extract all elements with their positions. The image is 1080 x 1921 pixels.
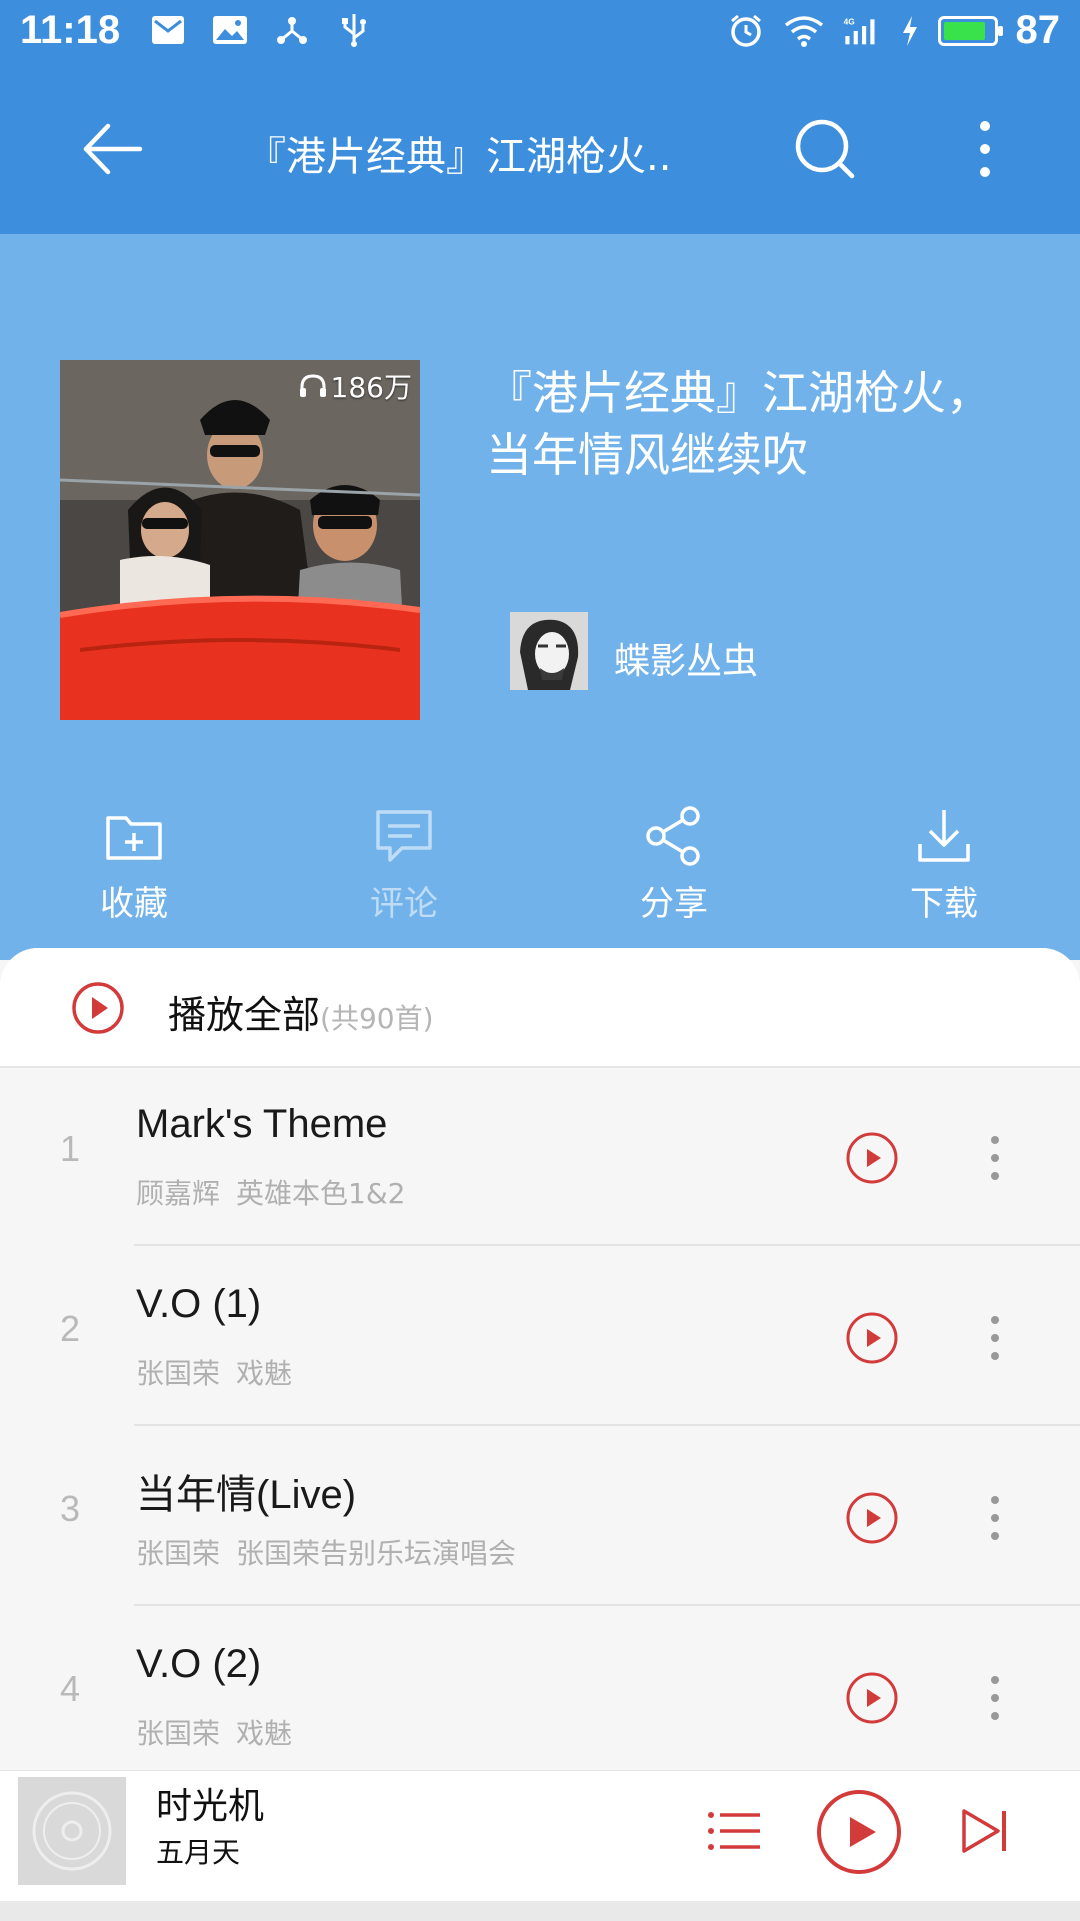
battery-level <box>943 21 985 40</box>
track-row[interactable]: 3 当年情(Live) 张国荣 张国荣告别乐坛演唱会 <box>0 1428 1080 1606</box>
track-more-icon[interactable] <box>980 1310 1010 1366</box>
more-menu-button[interactable] <box>960 114 1010 184</box>
now-playing-title: 时光机 <box>156 1786 265 1827</box>
play-circle-icon <box>72 982 124 1034</box>
usb-icon <box>334 10 374 50</box>
playlist-title-line1: 『港片经典』江湖枪火， <box>486 366 992 420</box>
track-meta: 顾嘉辉 英雄本色1&2 <box>136 1172 405 1212</box>
play-all-label: 播放全部(共90首) <box>168 984 434 1039</box>
track-meta: 张国荣 张国荣告别乐坛演唱会 <box>136 1532 516 1572</box>
track-list: 播放全部(共90首) 1 Mark's Theme 顾嘉辉 英雄本色1&2 2 V… <box>0 948 1080 1778</box>
track-number: 1 <box>60 1128 81 1169</box>
notification-icons <box>148 10 374 50</box>
row-divider <box>134 1604 1080 1606</box>
bottom-edge <box>0 1901 1080 1921</box>
track-title: V.O (1) <box>136 1282 262 1326</box>
track-album: 英雄本色1&2 <box>236 1177 406 1210</box>
row-divider <box>134 1424 1080 1426</box>
playlist-title-line2: 当年情风继续吹 <box>486 428 808 482</box>
next-track-icon[interactable] <box>956 1803 1012 1859</box>
download-button[interactable]: 下载 <box>884 804 1004 925</box>
more-vertical-icon <box>980 121 990 177</box>
track-more-icon[interactable] <box>980 1490 1010 1546</box>
track-meta: 张国荣 戏魅 <box>136 1352 292 1392</box>
headphones-icon <box>299 374 326 397</box>
arrow-left-icon <box>83 123 143 175</box>
status-bar: 11:18 4G 87 <box>0 0 1080 64</box>
battery-icon <box>937 15 1003 46</box>
track-play-icon[interactable] <box>844 1130 900 1186</box>
comment-label: 评论 <box>370 884 438 924</box>
track-album: 戏魅 <box>236 1357 293 1390</box>
back-button[interactable] <box>78 114 148 184</box>
signal-icon: 4G <box>842 11 882 51</box>
page-title: 『港片经典』江湖枪火.. <box>246 134 672 180</box>
playlist-title: 『港片经典』江湖枪火， 当年情风继续吹 <box>486 362 1066 486</box>
play-all-text: 播放全部 <box>168 993 321 1037</box>
share-icon <box>272 10 312 50</box>
avatar-image <box>510 612 588 690</box>
download-label: 下载 <box>910 884 978 924</box>
track-number: 2 <box>60 1308 81 1349</box>
share-icon <box>646 806 700 866</box>
track-artist: 张国荣 <box>136 1717 221 1750</box>
track-artist: 张国荣 <box>136 1537 221 1570</box>
track-artist: 张国荣 <box>136 1357 221 1390</box>
track-row[interactable]: 2 V.O (1) 张国荣 戏魅 <box>0 1248 1080 1426</box>
playlist-header: 186万 『港片经典』江湖枪火， 当年情风继续吹 蝶影丛虫 收藏 评论 分享 下… <box>0 234 1080 960</box>
track-title: Mark's Theme <box>136 1102 388 1146</box>
creator-name[interactable]: 蝶影丛虫 <box>614 632 758 684</box>
track-play-icon[interactable] <box>844 1670 900 1726</box>
search-button[interactable] <box>790 114 860 184</box>
mini-player[interactable]: 时光机 五月天 <box>0 1770 1080 1921</box>
collect-button[interactable]: 收藏 <box>74 804 194 925</box>
share-button[interactable]: 分享 <box>614 804 734 925</box>
wifi-icon <box>784 11 824 51</box>
track-more-icon[interactable] <box>980 1670 1010 1726</box>
row-divider <box>134 1244 1080 1246</box>
track-row[interactable]: 4 V.O (2) 张国荣 戏魅 <box>0 1608 1080 1778</box>
track-album: 戏魅 <box>236 1717 293 1750</box>
playlist-queue-icon[interactable] <box>706 1807 762 1855</box>
play-all-row[interactable]: 播放全部(共90首) <box>0 948 1080 1068</box>
track-play-icon[interactable] <box>844 1310 900 1366</box>
track-more-icon[interactable] <box>980 1130 1010 1186</box>
collect-label: 收藏 <box>100 884 168 924</box>
alarm-icon <box>726 11 766 51</box>
playlist-actions: 收藏 评论 分享 下载 <box>0 804 1080 934</box>
play-count-label: 186万 <box>330 371 412 404</box>
comment-button[interactable]: 评论 <box>344 804 464 925</box>
image-icon <box>210 10 250 50</box>
comment-icon <box>376 810 432 862</box>
mail-icon <box>148 10 188 50</box>
track-number: 4 <box>60 1668 81 1709</box>
track-row[interactable]: 1 Mark's Theme 顾嘉辉 英雄本色1&2 <box>0 1068 1080 1246</box>
share-label: 分享 <box>640 884 708 924</box>
status-time: 11:18 <box>20 8 121 52</box>
playlist-cover[interactable]: 186万 <box>60 360 420 720</box>
track-count: (共90首) <box>320 1002 434 1035</box>
track-number: 3 <box>60 1488 81 1529</box>
track-artist: 顾嘉辉 <box>136 1177 221 1210</box>
track-album: 张国荣告别乐坛演唱会 <box>236 1537 517 1570</box>
play-pause-button[interactable] <box>816 1789 902 1875</box>
download-icon <box>918 810 970 862</box>
track-title: 当年情(Live) <box>136 1473 357 1517</box>
charging-icon <box>900 11 920 51</box>
folder-plus-icon <box>106 816 162 860</box>
now-playing-artist: 五月天 <box>156 1836 241 1869</box>
track-title: V.O (2) <box>136 1642 262 1686</box>
track-play-icon[interactable] <box>844 1490 900 1546</box>
disc-icon <box>32 1791 112 1871</box>
network-type-label: 4G <box>843 16 854 26</box>
battery-percent: 87 <box>1015 8 1061 52</box>
now-playing-art[interactable] <box>18 1777 126 1885</box>
app-bar: 『港片经典』江湖枪火.. <box>0 64 1080 234</box>
play-count: 186万 <box>299 366 412 406</box>
track-meta: 张国荣 戏魅 <box>136 1712 292 1752</box>
system-icons: 4G 87 <box>726 8 1061 53</box>
creator-avatar[interactable] <box>510 612 588 690</box>
cover-art-image <box>60 360 420 720</box>
search-icon <box>795 119 855 179</box>
